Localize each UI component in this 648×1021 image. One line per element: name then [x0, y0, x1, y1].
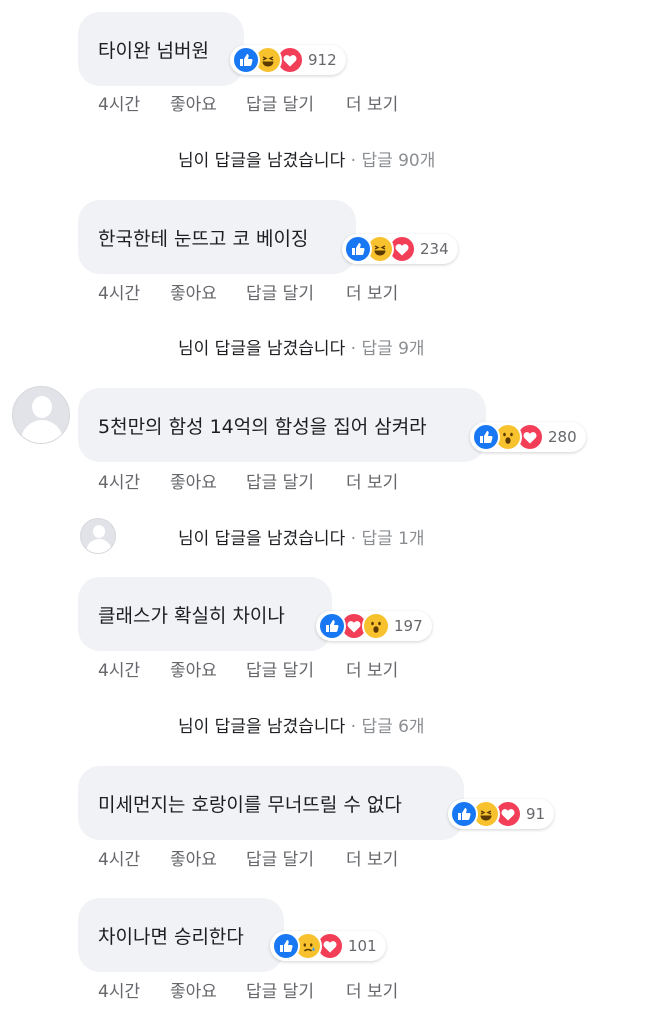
timestamp: 4시간 [98, 95, 141, 115]
reply-count: 답글 90개 [361, 151, 436, 171]
comment-text: 타이완 넘버원 [98, 39, 209, 62]
reply-link[interactable]: 답글 달기 [246, 279, 314, 304]
comment-text: 미세먼지는 호랑이를 무너뜨릴 수 없다 [98, 793, 402, 816]
timestamp: 4시간 [98, 284, 141, 304]
reaction-count: 91 [526, 805, 546, 823]
reply-link[interactable]: 답글 달기 [246, 656, 314, 681]
comment-text: 클래스가 확실히 차이나 [98, 604, 285, 627]
reaction-count: 101 [348, 937, 377, 955]
reply-link[interactable]: 답글 달기 [246, 90, 314, 115]
reaction-count: 280 [548, 428, 577, 446]
more-link[interactable]: 더 보기 [346, 279, 398, 304]
comment-text: 5천만의 함성 14억의 함성을 집어 삼켜라 [98, 415, 427, 438]
comment-bubble[interactable]: 차이나면 승리한다 [78, 898, 284, 972]
view-replies-link[interactable]: 님이 답글을 남겼습니다 · 답글 9개 [178, 334, 425, 359]
like-reaction-icon [450, 800, 478, 828]
like-link[interactable]: 좋아요 [170, 90, 217, 115]
wow-reaction-icon [362, 612, 390, 640]
comment-text: 차이나면 승리한다 [98, 925, 244, 948]
reply-summary-text: 님이 답글을 남겼습니다 [178, 717, 346, 737]
comment-text: 한국한테 눈뜨고 코 베이징 [98, 227, 309, 250]
reply-count: 답글 6개 [361, 717, 425, 737]
comment-bubble[interactable]: 미세먼지는 호랑이를 무너뜨릴 수 없다 [78, 766, 464, 840]
reply-summary-text: 님이 답글을 남겼습니다 [178, 151, 346, 171]
comment-bubble[interactable]: 한국한테 눈뜨고 코 베이징 [78, 200, 356, 274]
reply-summary-text: 님이 답글을 남겼습니다 [178, 529, 346, 549]
like-link[interactable]: 좋아요 [170, 977, 217, 1002]
like-link[interactable]: 좋아요 [170, 656, 217, 681]
reaction-summary[interactable]: 101 [270, 931, 386, 961]
view-replies-link[interactable]: 님이 답글을 남겼습니다 · 답글 1개 [178, 524, 425, 549]
reply-link[interactable]: 답글 달기 [246, 845, 314, 870]
like-reaction-icon [318, 612, 346, 640]
like-reaction-icon [232, 46, 260, 74]
like-link[interactable]: 좋아요 [170, 468, 217, 493]
separator: · [350, 717, 362, 737]
reaction-summary[interactable]: 91 [448, 799, 555, 829]
comment-bubble[interactable]: 클래스가 확실히 차이나 [78, 577, 332, 651]
reaction-count: 912 [308, 51, 337, 69]
like-reaction-icon [472, 423, 500, 451]
timestamp: 4시간 [98, 661, 141, 681]
reply-summary-text: 님이 답글을 남겼습니다 [178, 339, 346, 359]
more-link[interactable]: 더 보기 [346, 90, 398, 115]
more-link[interactable]: 더 보기 [346, 845, 398, 870]
user-avatar[interactable] [12, 386, 70, 444]
reply-link[interactable]: 답글 달기 [246, 468, 314, 493]
separator: · [350, 529, 362, 549]
reaction-count: 197 [394, 617, 423, 635]
comment-bubble[interactable]: 타이완 넘버원 [78, 12, 244, 86]
reply-count: 답글 9개 [361, 339, 425, 359]
view-replies-link[interactable]: 님이 답글을 남겼습니다 · 답글 90개 [178, 146, 435, 171]
timestamp: 4시간 [98, 473, 141, 493]
more-link[interactable]: 더 보기 [346, 656, 398, 681]
reaction-summary[interactable]: 912 [230, 45, 346, 75]
reply-count: 답글 1개 [361, 529, 425, 549]
comment-bubble[interactable]: 5천만의 함성 14억의 함성을 집어 삼켜라 [78, 388, 486, 462]
like-link[interactable]: 좋아요 [170, 279, 217, 304]
reply-link[interactable]: 답글 달기 [246, 977, 314, 1002]
timestamp: 4시간 [98, 982, 141, 1002]
reaction-summary[interactable]: 197 [316, 611, 432, 641]
reaction-summary[interactable]: 280 [470, 422, 586, 452]
like-reaction-icon [344, 235, 372, 263]
view-replies-link[interactable]: 님이 답글을 남겼습니다 · 답글 6개 [178, 712, 425, 737]
like-reaction-icon [272, 932, 300, 960]
reply-user-avatar[interactable] [80, 518, 116, 554]
more-link[interactable]: 더 보기 [346, 468, 398, 493]
reaction-summary[interactable]: 234 [342, 234, 458, 264]
more-link[interactable]: 더 보기 [346, 977, 398, 1002]
separator: · [350, 339, 362, 359]
reaction-count: 234 [420, 240, 449, 258]
separator: · [350, 151, 362, 171]
timestamp: 4시간 [98, 850, 141, 870]
like-link[interactable]: 좋아요 [170, 845, 217, 870]
